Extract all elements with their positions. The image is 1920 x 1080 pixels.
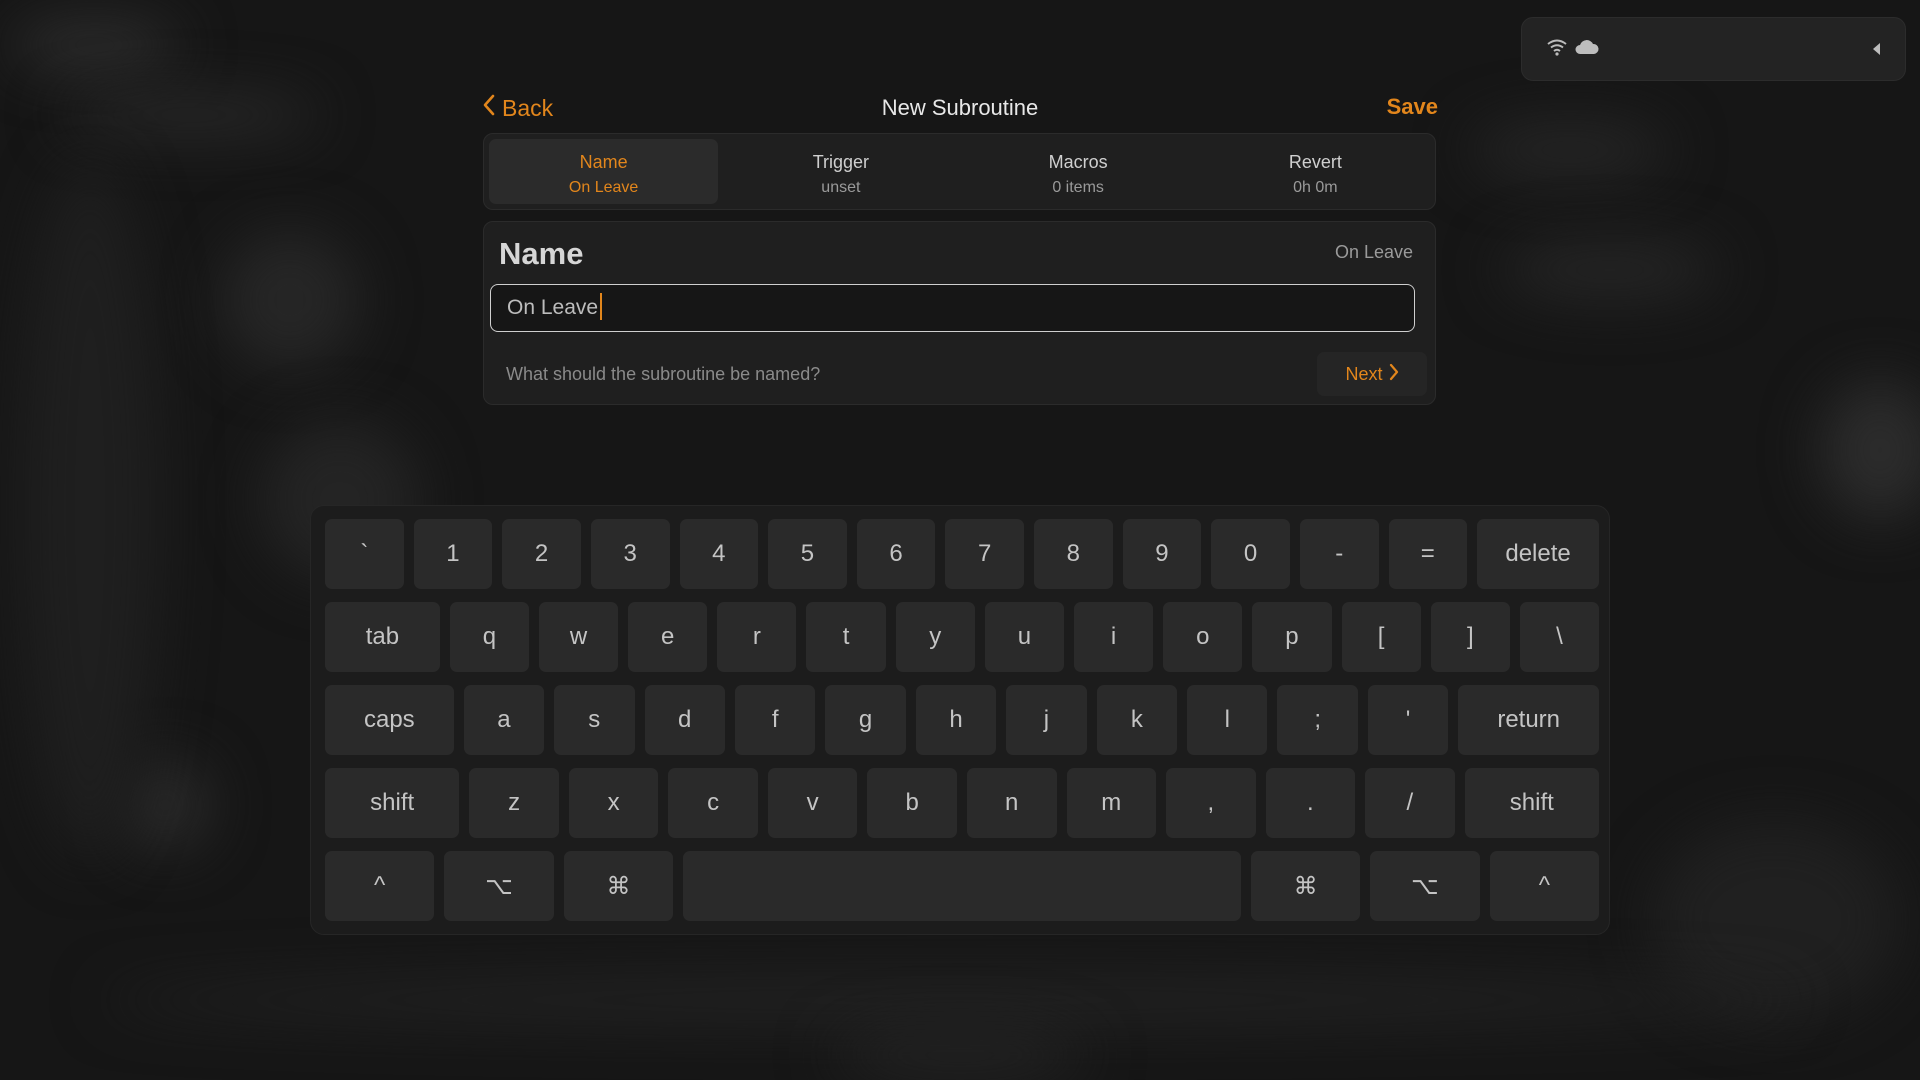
tab-value: 0 items [1052, 179, 1104, 196]
key-5[interactable]: 5 [768, 519, 847, 589]
name-input[interactable]: On Leave [490, 284, 1415, 332]
header: Back New Subroutine Save [482, 88, 1438, 128]
chevron-right-icon [1389, 363, 1399, 386]
key-return[interactable]: return [1458, 685, 1600, 755]
cloud-icon [1574, 37, 1600, 62]
wifi-icon [1546, 38, 1568, 61]
key-g[interactable]: g [825, 685, 906, 755]
key-8[interactable]: 8 [1034, 519, 1113, 589]
key-option-right[interactable]: ⌥ [1370, 851, 1480, 921]
keyboard-row-qwerty: tab q w e r t y u i o p [ ] \ [325, 602, 1600, 672]
key-r[interactable]: r [717, 602, 797, 672]
name-input-value: On Leave [507, 296, 599, 319]
key-o[interactable]: o [1163, 602, 1243, 672]
key-q[interactable]: q [449, 602, 529, 672]
key-backslash[interactable]: \ [1519, 602, 1600, 672]
key-shift-left[interactable]: shift [325, 768, 460, 838]
key-7[interactable]: 7 [945, 519, 1024, 589]
key-semicolon[interactable]: ; [1277, 685, 1358, 755]
key-z[interactable]: z [469, 768, 559, 838]
key-backtick[interactable]: ` [325, 519, 404, 589]
key-control-left[interactable]: ^ [325, 851, 435, 921]
key-v[interactable]: v [767, 768, 858, 838]
key-right-bracket[interactable]: ] [1430, 602, 1510, 672]
key-f[interactable]: f [734, 685, 816, 755]
step-tabs: Name On Leave Trigger unset Macros 0 ite… [483, 133, 1436, 210]
key-j[interactable]: j [1006, 685, 1087, 755]
key-caps[interactable]: caps [325, 685, 454, 755]
key-minus[interactable]: - [1299, 519, 1379, 589]
tab-label: Name [579, 152, 628, 172]
tab-macros[interactable]: Macros 0 items [964, 139, 1193, 204]
key-control-right[interactable]: ^ [1489, 851, 1600, 921]
key-c[interactable]: c [668, 768, 758, 838]
key-b[interactable]: b [867, 768, 957, 838]
tab-label: Macros [1048, 152, 1108, 172]
key-h[interactable]: h [915, 685, 997, 755]
key-l[interactable]: l [1187, 685, 1268, 755]
key-u[interactable]: u [984, 602, 1064, 672]
text-caret [600, 292, 603, 320]
keyboard-row-modifiers: ^ ⌥ ⌘ ⌘ ⌥ ^ [325, 851, 1600, 921]
tab-value: unset [821, 179, 861, 196]
key-command-left[interactable]: ⌘ [563, 851, 674, 921]
next-label: Next [1345, 363, 1383, 384]
keyboard-row-home: caps a s d f g h j k l ; ' return [325, 685, 1600, 755]
card-current-value: On Leave [1334, 242, 1413, 262]
key-s[interactable]: s [554, 685, 635, 755]
key-3[interactable]: 3 [590, 519, 670, 589]
name-card: Name On Leave On Leave What should the s… [483, 221, 1436, 405]
collapse-triangle-icon[interactable] [1871, 42, 1881, 61]
tab-trigger[interactable]: Trigger unset [726, 139, 955, 204]
key-e[interactable]: e [628, 602, 708, 672]
key-6[interactable]: 6 [856, 519, 936, 589]
key-p[interactable]: p [1252, 602, 1332, 672]
key-0[interactable]: 0 [1211, 519, 1290, 589]
next-button[interactable]: Next [1317, 352, 1427, 396]
tab-value: 0h 0m [1293, 179, 1338, 196]
key-y[interactable]: y [895, 602, 975, 672]
key-i[interactable]: i [1074, 602, 1154, 672]
key-slash[interactable]: / [1365, 768, 1455, 838]
key-4[interactable]: 4 [679, 519, 759, 589]
key-delete[interactable]: delete [1477, 519, 1599, 589]
key-w[interactable]: w [538, 602, 619, 672]
card-title: Name [499, 236, 584, 271]
key-2[interactable]: 2 [502, 519, 581, 589]
tab-label: Revert [1288, 152, 1342, 172]
hint-text: What should the subroutine be named? [506, 364, 821, 384]
tab-name[interactable]: Name On Leave [489, 139, 719, 204]
key-quote[interactable]: ' [1367, 685, 1449, 755]
key-option-left[interactable]: ⌥ [444, 851, 554, 921]
key-period[interactable]: . [1265, 768, 1356, 838]
save-button[interactable]: Save [1387, 94, 1438, 120]
key-tab[interactable]: tab [325, 602, 440, 672]
key-t[interactable]: t [806, 602, 886, 672]
key-k[interactable]: k [1096, 685, 1178, 755]
key-left-bracket[interactable]: [ [1341, 602, 1421, 672]
tab-revert[interactable]: Revert 0h 0m [1201, 139, 1430, 204]
key-a[interactable]: a [463, 685, 545, 755]
key-1[interactable]: 1 [413, 519, 493, 589]
key-shift-right[interactable]: shift [1464, 768, 1599, 838]
key-command-right[interactable]: ⌘ [1250, 851, 1361, 921]
tab-label: Trigger [812, 152, 870, 172]
key-m[interactable]: m [1066, 768, 1157, 838]
key-space[interactable] [683, 851, 1241, 921]
key-n[interactable]: n [966, 768, 1057, 838]
page-title: New Subroutine [881, 95, 1039, 120]
tab-value: On Leave [568, 179, 639, 196]
status-bar [1521, 17, 1906, 81]
key-9[interactable]: 9 [1122, 519, 1202, 589]
on-screen-keyboard: ` 1 2 3 4 5 6 7 8 9 0 - = delete tab q w… [310, 505, 1610, 935]
key-d[interactable]: d [644, 685, 725, 755]
keyboard-row-numbers: ` 1 2 3 4 5 6 7 8 9 0 - = delete [325, 519, 1599, 589]
key-comma[interactable]: , [1166, 768, 1256, 838]
keyboard-row-bottom-letters: shift z x c v b n m , . / shift [325, 768, 1599, 838]
key-x[interactable]: x [568, 768, 659, 838]
key-equals[interactable]: = [1388, 519, 1468, 589]
